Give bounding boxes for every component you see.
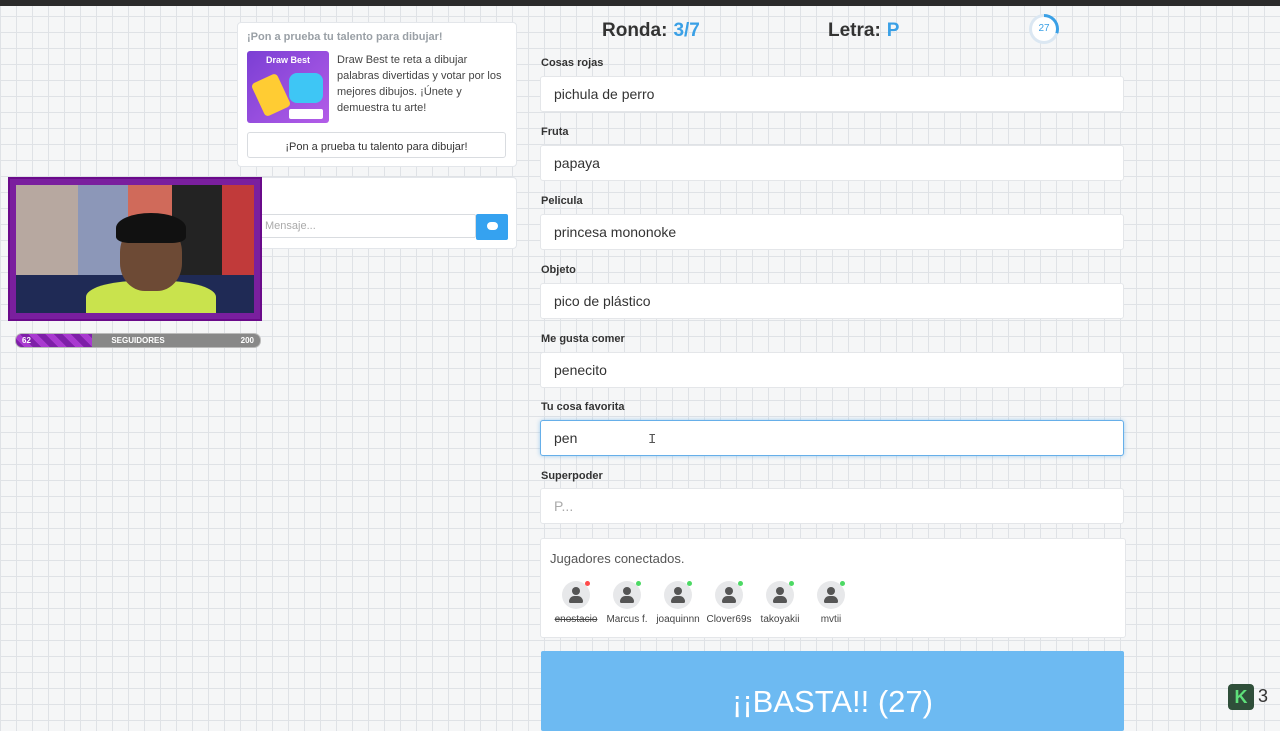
- category-input-pelicula[interactable]: [540, 214, 1124, 250]
- category-label-cosas-rojas: Cosas rojas: [541, 57, 604, 69]
- chat-bubble-icon: [487, 222, 498, 230]
- connected-players-panel: Jugadores conectados. enostacio Marcus f…: [540, 538, 1126, 638]
- followers-label: SEGUIDORES: [111, 336, 165, 345]
- promo-description: Draw Best te reta a dibujar palabras div…: [337, 54, 502, 114]
- promo-title: ¡Pon a prueba tu talento para dibujar!: [247, 31, 443, 43]
- chat-message-input[interactable]: [258, 214, 476, 238]
- chat-send-button[interactable]: [476, 214, 508, 240]
- avatar-icon: [562, 581, 590, 609]
- status-dot-online: [789, 581, 794, 586]
- timer-value: 27: [1032, 17, 1056, 41]
- thumbnail-label: Draw Best: [265, 55, 310, 65]
- avatar-icon: [715, 581, 743, 609]
- draw-best-thumbnail[interactable]: Draw Best: [247, 51, 329, 123]
- followers-current: 62: [22, 336, 31, 345]
- round-value: 3/7: [673, 20, 700, 41]
- letter-label: Letra:: [828, 20, 881, 41]
- streamer-webcam: [8, 177, 262, 321]
- category-input-tu-cosa-favorita[interactable]: [540, 420, 1124, 456]
- letter-value: P: [886, 20, 900, 41]
- webcam-video: [16, 185, 254, 313]
- status-dot-online: [840, 581, 845, 586]
- promo-button[interactable]: ¡Pon a prueba tu talento para dibujar!: [247, 132, 506, 158]
- category-input-me-gusta-comer[interactable]: [540, 352, 1124, 388]
- category-label-fruta: Fruta: [541, 126, 569, 138]
- round-indicator: Ronda: 3/7: [602, 20, 700, 42]
- streamer-hair: [116, 213, 186, 243]
- kick-logo-icon: K: [1228, 684, 1254, 710]
- round-label: Ronda:: [602, 20, 668, 41]
- category-label-me-gusta-comer: Me gusta comer: [541, 333, 625, 345]
- category-input-objeto[interactable]: [540, 283, 1124, 319]
- text-cursor-icon: I: [648, 432, 657, 448]
- avatar-icon: [817, 581, 845, 609]
- promo-card: ¡Pon a prueba tu talento para dibujar! D…: [237, 22, 517, 167]
- followers-goal-bar: SEGUIDORES 62 200: [15, 333, 261, 348]
- status-dot-online: [738, 581, 743, 586]
- players-title: Jugadores conectados.: [550, 551, 685, 566]
- poster: [222, 185, 254, 275]
- avatar-icon: [613, 581, 641, 609]
- poster: [16, 185, 78, 275]
- letter-indicator: Letra: P: [828, 20, 899, 42]
- status-dot-online: [636, 581, 641, 586]
- timer-ring: 27: [1029, 14, 1059, 44]
- browser-top-bar: [0, 0, 1280, 6]
- speech-bubble-icon: [289, 73, 323, 103]
- category-input-cosas-rojas[interactable]: [540, 76, 1124, 112]
- status-dot-online: [687, 581, 692, 586]
- badge-icon: [289, 109, 323, 119]
- avatar-icon: [664, 581, 692, 609]
- category-input-fruta[interactable]: [540, 145, 1124, 181]
- category-label-objeto: Objeto: [541, 264, 576, 276]
- category-input-superpoder[interactable]: [540, 488, 1124, 524]
- corner-count: 3: [1258, 686, 1269, 706]
- paintbrush-icon: [250, 72, 292, 118]
- player-name: mvtii: [820, 614, 842, 625]
- followers-goal: 200: [240, 336, 254, 345]
- category-label-superpoder: Superpoder: [541, 470, 603, 482]
- category-label-tu-cosa-favorita: Tu cosa favorita: [541, 401, 625, 413]
- status-dot-offline: [585, 581, 590, 586]
- chat-card: [237, 177, 517, 249]
- avatar-icon: [766, 581, 794, 609]
- player-item: mvtii: [801, 581, 861, 625]
- category-label-pelicula: Pelicula: [541, 195, 583, 207]
- basta-button[interactable]: ¡¡BASTA!! (27): [541, 651, 1124, 731]
